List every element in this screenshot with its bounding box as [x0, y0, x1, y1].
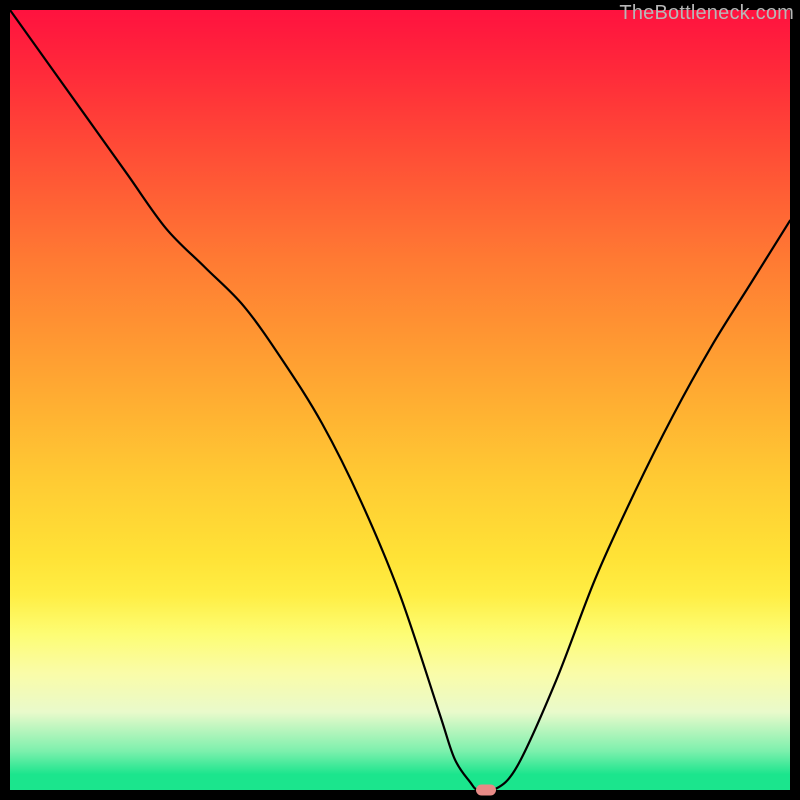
watermark-text: TheBottleneck.com: [619, 2, 794, 25]
plot-area: [10, 10, 790, 790]
chart-frame: TheBottleneck.com: [0, 0, 800, 800]
bottleneck-curve: [10, 10, 790, 790]
optimal-point-marker: [476, 785, 496, 796]
